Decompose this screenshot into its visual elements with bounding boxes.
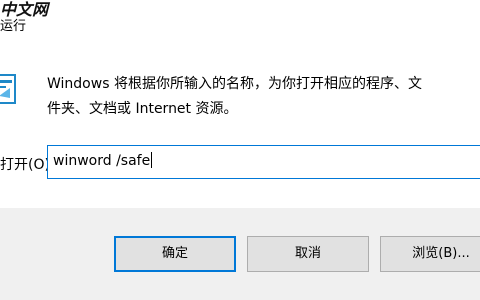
description-text: Windows 将根据你所输入的名称，为你打开相应的程序、文 件夹、文档或 In…	[47, 72, 480, 122]
run-icon	[0, 74, 16, 104]
command-input-value: winword /safe	[53, 153, 151, 169]
description-line-2: 件夹、文档或 Internet 资源。	[47, 101, 238, 117]
description-line-1: Windows 将根据你所输入的名称，为你打开相应的程序、文	[47, 76, 422, 92]
window-title: 运行	[0, 19, 27, 34]
title-bar: 中文网 运行	[0, 0, 480, 38]
ok-button[interactable]: 确定	[114, 236, 236, 272]
cancel-button[interactable]: 取消	[247, 236, 369, 272]
text-caret	[151, 152, 153, 168]
command-input[interactable]: winword /safe	[47, 145, 480, 179]
browse-button[interactable]: 浏览(B)...	[380, 236, 480, 272]
